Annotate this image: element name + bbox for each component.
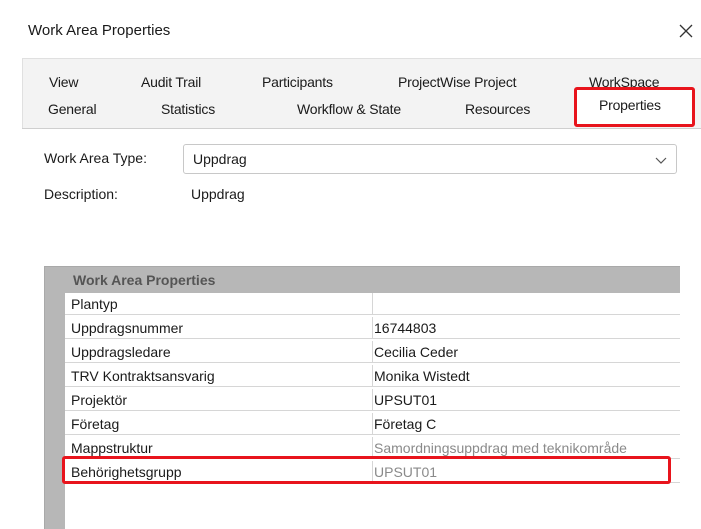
property-value[interactable]: 16744803 xyxy=(374,320,436,336)
close-button[interactable] xyxy=(670,14,701,48)
property-name: Företag xyxy=(71,416,120,432)
property-name: Uppdragsnummer xyxy=(71,320,184,336)
property-name: TRV Kontraktsansvarig xyxy=(71,368,215,384)
tab-statistics[interactable]: Statistics xyxy=(161,100,215,118)
column-divider xyxy=(372,317,373,339)
column-divider xyxy=(372,461,373,483)
property-value[interactable]: UPSUT01 xyxy=(374,464,437,480)
property-value[interactable]: UPSUT01 xyxy=(374,392,437,408)
property-value[interactable]: Cecilia Ceder xyxy=(374,344,458,360)
grid-row[interactable]: Behörighetsgrupp UPSUT01 xyxy=(65,461,680,483)
column-divider xyxy=(372,293,373,315)
description-value: Uppdrag xyxy=(191,186,245,202)
property-value[interactable]: Monika Wistedt xyxy=(374,368,470,384)
column-divider xyxy=(372,341,373,363)
column-divider xyxy=(372,389,373,411)
grid-row[interactable]: Företag Företag C xyxy=(65,413,680,435)
property-name: Plantyp xyxy=(71,296,118,312)
grid-row[interactable]: Uppdragsledare Cecilia Ceder xyxy=(65,341,680,363)
work-area-type-label: Work Area Type: xyxy=(44,150,147,166)
property-name: Projektör xyxy=(71,392,128,408)
column-divider xyxy=(372,413,373,435)
tab-participants[interactable]: Participants xyxy=(262,73,333,91)
properties-grid: Work Area Properties Plantyp Uppdragsnum… xyxy=(44,266,680,529)
grid-header-label: Work Area Properties xyxy=(73,272,216,288)
tab-audit-trail[interactable]: Audit Trail xyxy=(141,73,201,91)
work-area-type-value: Uppdrag xyxy=(193,151,247,167)
property-name: Mappstruktur xyxy=(71,440,153,456)
tab-workflow-state[interactable]: Workflow & State xyxy=(297,100,401,118)
tab-resources[interactable]: Resources xyxy=(465,100,530,118)
tab-view[interactable]: View xyxy=(49,73,78,91)
grid-row[interactable]: TRV Kontraktsansvarig Monika Wistedt xyxy=(65,365,680,387)
grid-row[interactable]: Uppdragsnummer 16744803 xyxy=(65,317,680,339)
description-label: Description: xyxy=(44,186,118,202)
property-value[interactable]: Företag C xyxy=(374,416,436,432)
window-title: Work Area Properties xyxy=(28,22,171,39)
grid-header: Work Area Properties xyxy=(45,267,680,293)
close-icon xyxy=(679,24,692,38)
property-value[interactable]: Samordningsuppdrag med teknikområde xyxy=(374,440,627,456)
column-divider xyxy=(372,437,373,459)
property-name: Behörighetsgrupp xyxy=(71,464,182,480)
grid-row[interactable]: Projektör UPSUT01 xyxy=(65,389,680,411)
tab-projectwise-project[interactable]: ProjectWise Project xyxy=(398,73,517,91)
grid-row[interactable]: Plantyp xyxy=(65,293,680,315)
work-area-type-dropdown[interactable]: Uppdrag xyxy=(183,144,677,174)
chevron-down-icon xyxy=(655,157,667,164)
grid-gutter xyxy=(45,293,65,529)
tab-properties[interactable]: Properties xyxy=(599,96,661,114)
column-divider xyxy=(372,365,373,387)
title-bar: Work Area Properties xyxy=(0,0,701,58)
grid-row[interactable]: Mappstruktur Samordningsuppdrag med tekn… xyxy=(65,437,680,459)
property-name: Uppdragsledare xyxy=(71,344,171,360)
tab-general[interactable]: General xyxy=(48,100,97,118)
